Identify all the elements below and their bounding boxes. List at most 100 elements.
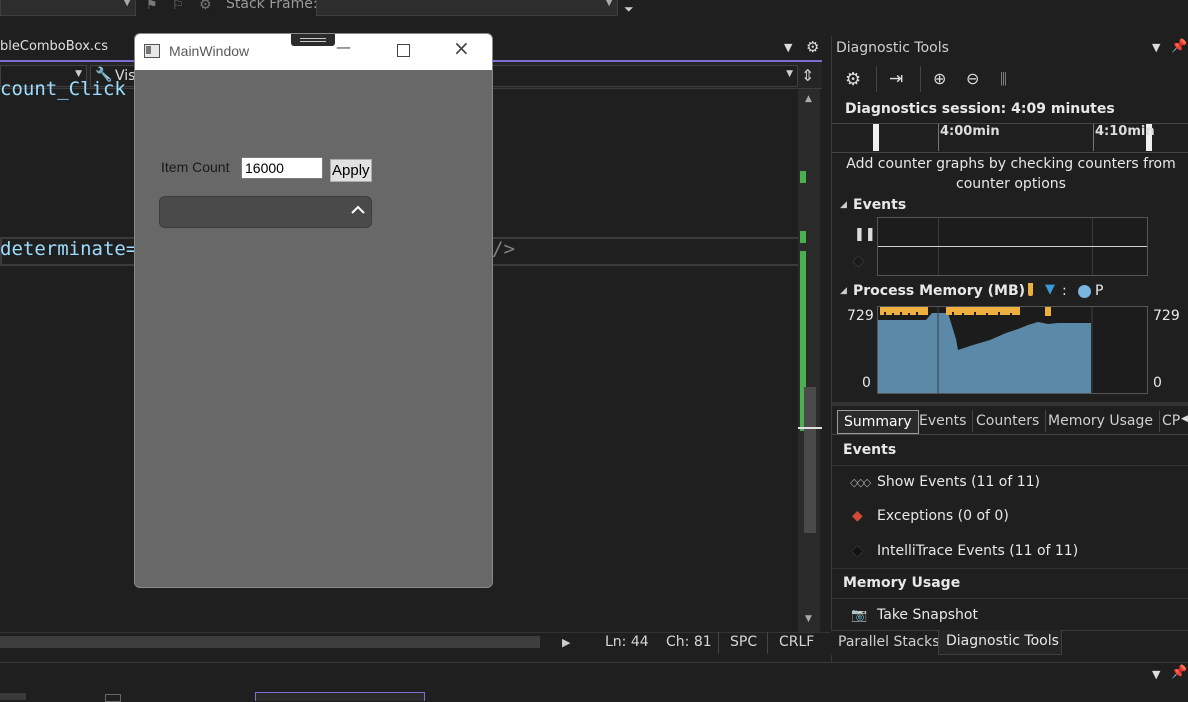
close-icon[interactable]: × [453,38,470,58]
panel-dropdown-icon[interactable]: ▼ [1152,668,1160,681]
line-number: Ln: 44 [605,634,649,650]
tab-summary[interactable]: Summary [837,410,919,434]
timeline-tick-label: 4:00min [940,124,1000,139]
apply-button-label: Apply [332,162,370,179]
active-panel-tab[interactable] [255,692,425,701]
scroll-right-icon[interactable]: ▶ [562,636,570,649]
tab-scroll-icon[interactable]: ◀ [1181,414,1188,424]
exceptions-link[interactable]: Exceptions (0 of 0) [877,508,1009,524]
tab-counters[interactable]: Counters [970,410,1047,432]
tab-events[interactable]: Events [913,410,974,432]
code-line[interactable]: determinate= [0,238,137,260]
toolbar-overflow-icon[interactable]: ⏷ [624,2,634,17]
window-title: MainWindow [169,43,250,59]
panel-title: Diagnostic Tools [836,40,949,56]
indent-mode-label: SPC [730,634,758,650]
select-tools-icon[interactable]: ⇥ [889,69,903,89]
scroll-up-icon[interactable]: ▲ [805,94,812,104]
code-line-tail[interactable]: /> [492,238,515,260]
stack-frame-combo[interactable]: ▼ [316,0,618,16]
combo-box[interactable] [159,196,372,228]
xaml-runtime-toolbar-handle[interactable] [291,34,335,46]
item-count-value: 16000 [245,160,284,176]
thread-flag-icon[interactable]: ⚐ [172,0,184,13]
column-number: Ch: 81 [666,634,712,650]
timeline-tick [1093,124,1094,151]
minimize-icon[interactable]: — [336,38,351,56]
bottom-panel: ▼ 📌 [0,662,1188,702]
flag-icon[interactable]: ⚑ [146,0,158,13]
toolbar-combo[interactable]: ▼ [0,0,136,16]
scrollbar-thumb[interactable] [804,387,816,533]
editor-tab[interactable]: bleComboBox.cs [0,34,140,60]
window-app-icon [144,44,160,58]
split-editor-icon[interactable]: ⇕ [801,66,814,85]
tab-list-dropdown-icon[interactable]: ▼ [784,41,792,54]
tab-memory-usage[interactable]: Memory Usage [1042,410,1161,432]
gear-icon[interactable]: ⚙ [806,38,819,56]
camera-icon: 📷 [851,608,868,623]
memory-header: Process Memory (MB) [853,283,1026,299]
exception-icon: ◆ [852,508,863,524]
show-events-icon: ◇◇◇ [850,476,871,489]
stack-frame-label: Stack Frame: [226,0,318,12]
tab-parallel-stacks[interactable]: Parallel Stacks [838,634,940,650]
chevron-down-icon: ▼ [123,0,131,8]
settings-icon[interactable]: ⚙ [845,69,861,90]
chevron-up-icon[interactable] [350,202,366,218]
timeline-tick-label: 4:10min [1095,124,1155,139]
collapse-triangle-icon[interactable]: ◢ [840,286,847,296]
panel-tab-icon [105,694,121,702]
gc-legend-marker [1028,283,1033,296]
session-duration: Diagnostics session: 4:09 minutes [845,101,1115,117]
reset-view-icon[interactable]: ⫼ [1000,70,1007,88]
window-client-area: Item Count 16000 Apply [135,70,492,587]
pin-icon[interactable]: 📌 [1171,665,1187,680]
chevron-down-icon: ▼ [786,69,793,79]
change-marker [800,231,806,243]
take-snapshot-link[interactable]: Take Snapshot [877,607,978,623]
memory-graph[interactable] [877,306,1148,394]
scroll-down-icon[interactable]: ▼ [805,614,812,624]
line-endings-label: CRLF [779,634,815,650]
tab-diagnostic-tools[interactable]: Diagnostic Tools [938,630,1062,655]
show-events-link[interactable]: Show Events (11 of 11) [877,474,1040,490]
code-line[interactable]: count_Click [0,78,126,100]
horizontal-scrollbar[interactable] [0,636,540,648]
zoom-in-icon[interactable]: ⊕ [933,69,946,88]
legend-label: : [1062,283,1067,299]
item-count-label: Item Count [161,159,230,175]
filter-threads-icon[interactable]: ⚙ [199,0,212,13]
indent-mode[interactable]: SPC [718,632,768,654]
timeline-start-handle[interactable] [873,124,879,151]
counter-hint: Add counter graphs by checking counters … [846,156,1176,192]
apply-button[interactable]: Apply [330,159,372,182]
diamond-icon: ◆ [853,253,864,269]
debug-toolbar: ▼ ⚑ ⚐ ⚙ Stack Frame: ▼ ⏷ [0,0,830,20]
timeline-tick [938,124,939,151]
panel-splitter[interactable] [832,402,1188,406]
pause-icon: ❚❚ [854,227,876,242]
window-titlebar[interactable]: MainWindow — × [135,34,492,70]
line-endings[interactable]: CRLF [767,632,821,654]
collapse-triangle-icon[interactable]: ◢ [840,200,847,210]
intellitrace-icon: ◆ [852,543,863,559]
zoom-out-icon[interactable]: ⊖ [966,69,979,88]
timeline-ruler[interactable]: 4:00min 4:10min [832,123,1188,153]
summary-events-header: Events [843,442,897,458]
panel-menu-icon[interactable]: ▼ [1152,41,1160,54]
intellitrace-link[interactable]: IntelliTrace Events (11 of 11) [877,543,1078,559]
pin-icon[interactable]: 📌 [1171,39,1187,54]
chevron-down-icon: ▼ [605,0,613,8]
events-graph[interactable] [877,217,1148,276]
change-marker [800,171,806,183]
item-count-input[interactable]: 16000 [241,157,323,179]
toolbar-separator [876,66,877,92]
events-header: Events [853,197,907,213]
memory-axis-max: 729 [1153,308,1180,324]
memory-axis-max: 729 [847,308,874,324]
maximize-icon[interactable] [397,44,410,57]
tab-diagnostic-tools-label: Diagnostic Tools [946,633,1059,649]
events-divider [878,246,1147,247]
snapshot-legend-icon: ▼ [1045,282,1055,297]
